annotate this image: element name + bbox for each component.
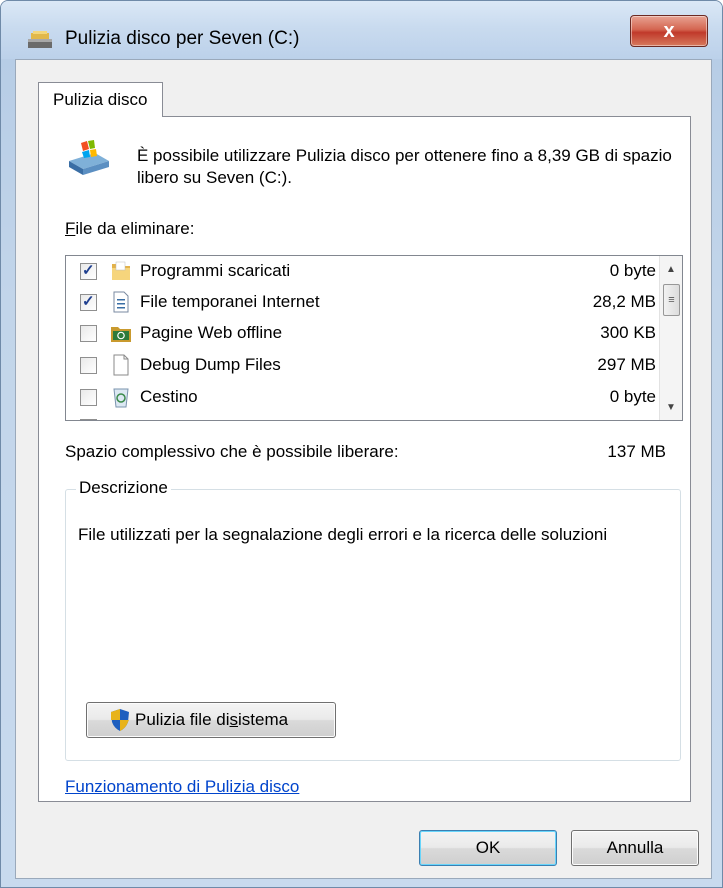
checkbox-programmi-scaricati[interactable] [80,261,97,280]
total-space-value: 137 MB [607,442,666,461]
ok-button[interactable]: OK [419,830,557,866]
files-label-accesskey: F [65,219,76,238]
list-item[interactable]: Debug Dump Files 297 MB [66,350,656,382]
list-scrollbar[interactable]: ▲ ≡ ▼ [659,256,682,420]
window-title: Pulizia disco per Seven (C:) [65,28,300,49]
title-bar[interactable]: Pulizia disco per Seven (C:) x [1,1,722,59]
cancel-button[interactable]: Annulla [571,830,699,866]
folder-icon [112,261,130,280]
checkbox-next-item[interactable] [80,419,97,420]
checkbox-pagine-web-offline[interactable] [80,325,97,342]
checkbox-file-temporanei-internet[interactable] [80,292,97,311]
description-text: File utilizzati per la segnalazione degl… [78,525,608,544]
list-item[interactable]: Pagine Web offline 300 KB [66,318,656,350]
description-group: Descrizione File utilizzati per la segna… [65,478,681,761]
files-to-delete-label: File da eliminare: [65,219,194,239]
clean-system-files-label-post: istema [238,710,289,729]
clean-system-files-accesskey: s [229,710,239,729]
blank-file-icon [113,354,129,376]
offline-folder-icon [111,327,131,342]
disk-cleanup-icon [28,31,52,48]
item-size: 0 byte [609,261,656,280]
checkbox-cestino[interactable] [80,389,97,406]
item-size: 0 byte [609,387,656,406]
how-disk-cleanup-works-link[interactable]: Funzionamento di Pulizia disco [65,777,299,797]
description-title: Descrizione [76,478,171,498]
list-item[interactable]: Cestino 0 byte [66,382,656,414]
files-list[interactable]: Programmi scaricati 0 byte File temporan… [65,255,683,421]
scroll-up-arrow-icon[interactable]: ▲ [660,258,682,280]
item-name: File temporanei Internet [140,292,320,311]
clean-system-files-label-pre: Pulizia file di [135,710,230,729]
total-space-label: Spazio complessivo che è possibile liber… [65,442,399,461]
dialog-client-area: Pulizia disco È possibile utilizzare Pul… [15,59,712,879]
item-name: Debug Dump Files [140,355,281,374]
recycle-bin-icon [113,388,129,408]
item-size: 297 MB [597,355,656,374]
list-item-partial[interactable] [66,412,656,420]
item-size: 28,2 MB [592,292,656,311]
item-name: Cestino [140,387,198,406]
tab-disk-cleanup[interactable]: Pulizia disco [38,82,163,117]
item-name: Programmi scaricati [140,261,291,280]
checkbox-debug-dump-files[interactable] [80,357,97,374]
clean-system-files-button[interactable]: Pulizia file di s istema [86,702,336,738]
close-button[interactable]: x [630,15,708,47]
list-item[interactable]: File temporanei Internet 28,2 MB [66,287,656,319]
disk-cleanup-window: Pulizia disco per Seven (C:) x Pulizia d… [0,0,723,888]
scroll-thumb[interactable]: ≡ [663,284,680,316]
files-label-rest: ile da eliminare: [75,219,195,238]
scroll-down-arrow-icon[interactable]: ▼ [660,396,682,418]
item-size: 300 KB [600,323,656,342]
item-name: Pagine Web offline [140,323,283,342]
close-icon: x [663,19,675,42]
uac-shield-icon [111,709,129,731]
tab-panel: È possibile utilizzare Pulizia disco per… [38,116,691,802]
document-icon [113,291,129,313]
list-item[interactable]: Programmi scaricati 0 byte [66,256,656,288]
intro-text: È possibile utilizzare Pulizia disco per… [137,146,672,187]
drive-cleanup-icon [69,140,109,175]
